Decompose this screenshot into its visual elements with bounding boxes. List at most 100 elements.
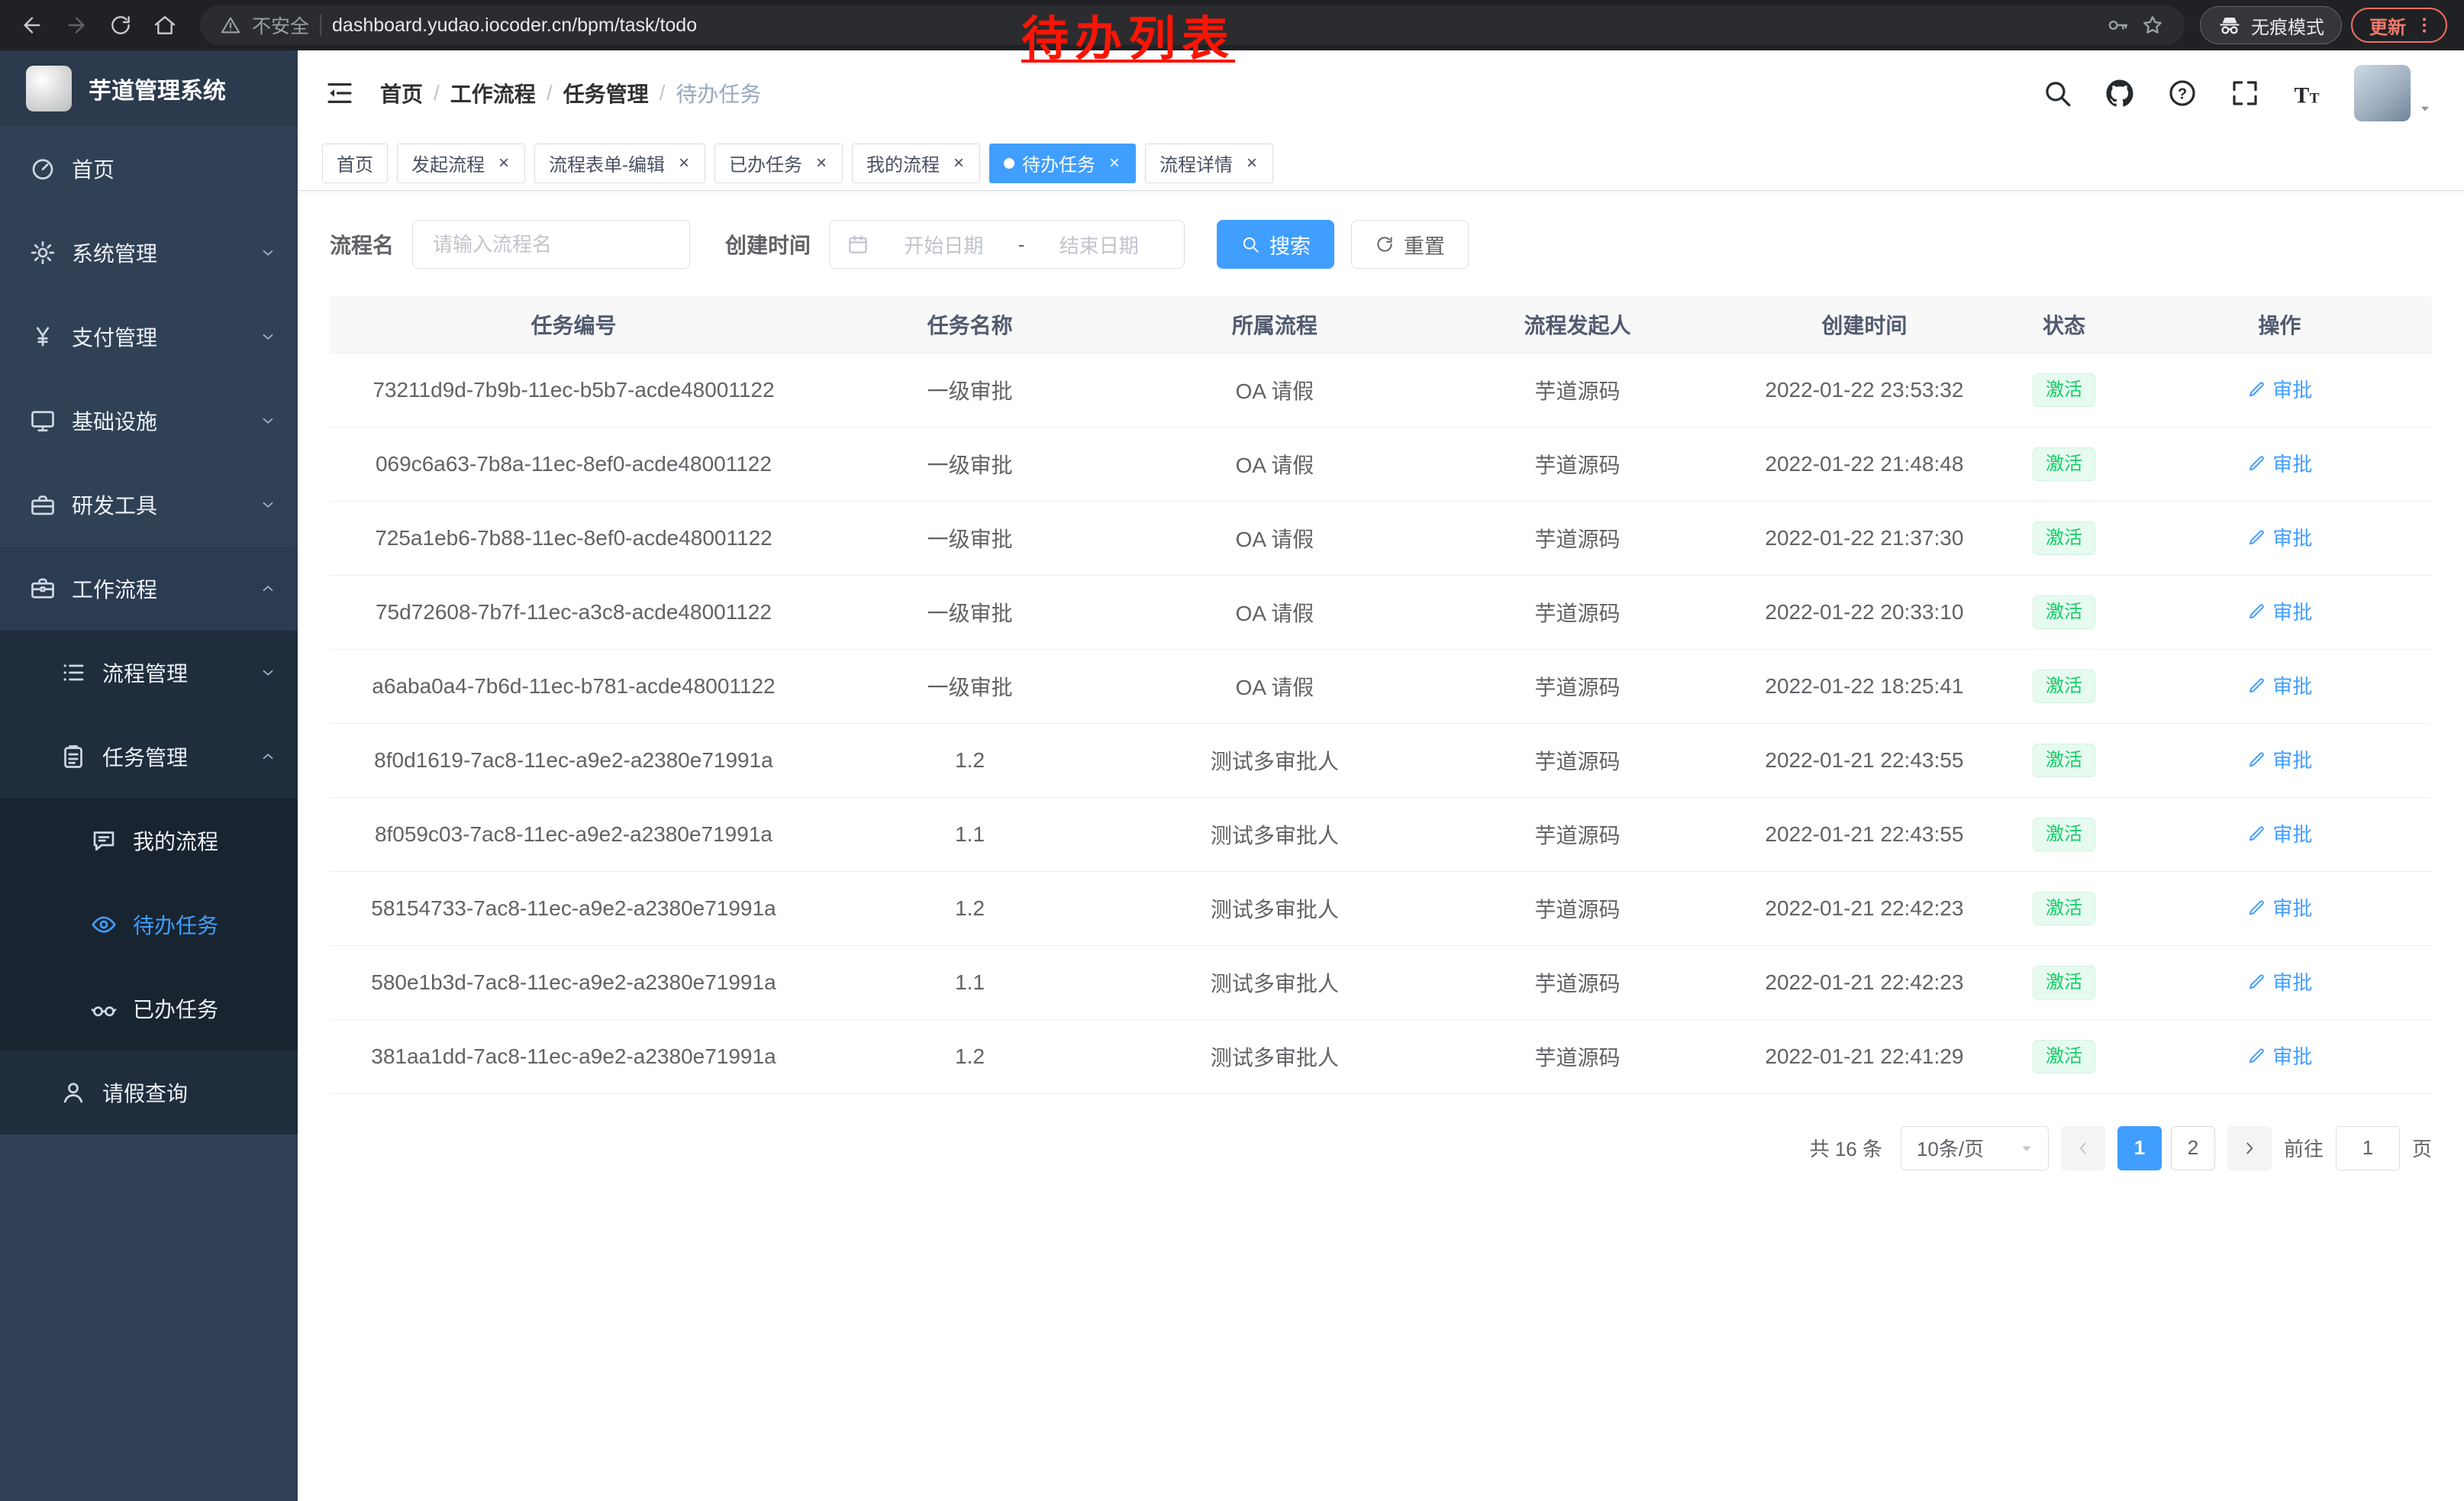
- process-cell: OA 请假: [1122, 575, 1427, 649]
- reset-button[interactable]: 重置: [1351, 220, 1469, 269]
- approve-link[interactable]: 审批: [2246, 523, 2312, 551]
- approve-link[interactable]: 审批: [2246, 671, 2312, 699]
- sidebar-item-infrastructure[interactable]: 基础设施: [0, 379, 298, 463]
- tab-close-icon[interactable]: ×: [1103, 152, 1126, 175]
- search-button[interactable]: 搜索: [1217, 220, 1334, 269]
- process-cell: 测试多审批人: [1122, 1019, 1427, 1093]
- edit-icon: [2246, 676, 2266, 696]
- tab-home[interactable]: 首页: [322, 144, 388, 183]
- sidebar-menu: 首页系统管理支付管理基础设施研发工具工作流程流程管理任务管理我的流程待办任务已办…: [0, 127, 298, 1501]
- tab-initiate-process[interactable]: 发起流程×: [397, 144, 525, 183]
- prev-page-button[interactable]: [2061, 1126, 2105, 1170]
- tab-close-icon[interactable]: ×: [810, 152, 833, 175]
- approve-link[interactable]: 审批: [2246, 967, 2312, 996]
- browser-forward-button[interactable]: [56, 5, 96, 45]
- process-cell: OA 请假: [1122, 649, 1427, 723]
- approve-link[interactable]: 审批: [2246, 1041, 2312, 1070]
- sidebar: 芋道管理系统 首页系统管理支付管理基础设施研发工具工作流程流程管理任务管理我的流…: [0, 50, 298, 1501]
- page-button-2[interactable]: 2: [2171, 1126, 2215, 1170]
- navbar-help-button[interactable]: ?: [2166, 77, 2198, 109]
- approve-link[interactable]: 审批: [2246, 745, 2312, 773]
- navbar-fullscreen-button[interactable]: [2229, 77, 2261, 109]
- process-cell: OA 请假: [1122, 501, 1427, 575]
- sidebar-item-label: 工作流程: [72, 573, 157, 604]
- sidebar-item-my-process[interactable]: 我的流程: [0, 799, 298, 883]
- main-area: 首页/工作流程/任务管理/待办任务 ?TT 首页发起流程×流程表单-编辑×已办任…: [298, 50, 2464, 1501]
- app-title: 芋道管理系统: [89, 72, 226, 105]
- sidebar-item-system-management[interactable]: 系统管理: [0, 211, 298, 295]
- tab-close-icon[interactable]: ×: [947, 152, 970, 175]
- approve-link[interactable]: 审批: [2246, 819, 2312, 847]
- app-logo[interactable]: 芋道管理系统: [0, 50, 298, 127]
- incognito-badge: 无痕模式: [2200, 6, 2342, 44]
- task-id-cell: 381aa1dd-7ac8-11ec-a9e2-a2380e71991a: [330, 1019, 818, 1093]
- sidebar-item-done-tasks[interactable]: 已办任务: [0, 967, 298, 1051]
- kebab-menu-icon[interactable]: [2414, 15, 2435, 36]
- page-button-1[interactable]: 1: [2117, 1126, 2162, 1170]
- yen-icon: [29, 323, 56, 350]
- sidebar-item-home[interactable]: 首页: [0, 127, 298, 211]
- navbar-github-button[interactable]: [2104, 77, 2136, 109]
- sidebar-item-label: 基础设施: [72, 405, 157, 436]
- user-avatar[interactable]: [2354, 65, 2411, 121]
- sidebar-item-task-management[interactable]: 任务管理: [0, 715, 298, 799]
- approve-link[interactable]: 审批: [2246, 893, 2312, 922]
- initiator-cell: 芋道源码: [1427, 501, 1728, 575]
- tab-process-detail[interactable]: 流程详情 ×: [1145, 144, 1273, 183]
- chevron-down-icon: [260, 496, 276, 513]
- edit-icon: [2246, 602, 2266, 621]
- sidebar-item-payment-management[interactable]: 支付管理: [0, 295, 298, 379]
- sidebar-item-dev-tools[interactable]: 研发工具: [0, 463, 298, 547]
- navbar-search-button[interactable]: [2041, 77, 2073, 109]
- breadcrumb-item[interactable]: 首页: [380, 78, 423, 108]
- process-name-input[interactable]: [412, 220, 690, 269]
- browser-home-button[interactable]: [145, 5, 185, 45]
- annotation-overlay: 待办列表: [1021, 0, 1235, 69]
- approve-link[interactable]: 审批: [2246, 597, 2312, 625]
- goto-page-input[interactable]: [2336, 1126, 2400, 1170]
- svg-text:T: T: [2310, 90, 2320, 106]
- breadcrumb-item[interactable]: 工作流程: [450, 78, 536, 108]
- tab-done-tasks[interactable]: 已办任务×: [714, 144, 843, 183]
- tab-close-icon[interactable]: ×: [1240, 152, 1263, 175]
- chevron-up-icon: [260, 580, 276, 597]
- approve-link-label: 审批: [2272, 893, 2312, 922]
- page-size-select[interactable]: 10条/页: [1901, 1126, 2049, 1170]
- browser-back-button[interactable]: [12, 5, 52, 45]
- sidebar-item-workflow[interactable]: 工作流程: [0, 547, 298, 631]
- task-id-cell: 8f0d1619-7ac8-11ec-a9e2-a2380e71991a: [330, 723, 818, 797]
- tab-close-icon[interactable]: ×: [492, 152, 515, 175]
- browser-update-button[interactable]: 更新: [2351, 8, 2447, 43]
- next-page-button[interactable]: [2227, 1126, 2272, 1170]
- sidebar-item-process-management[interactable]: 流程管理: [0, 631, 298, 715]
- sidebar-toggle-button[interactable]: [324, 77, 356, 109]
- action-cell: 审批: [2127, 723, 2432, 797]
- chevron-right-icon: [2240, 1138, 2259, 1158]
- navbar-font-size-button[interactable]: TT: [2291, 77, 2324, 109]
- tab-label: 流程详情: [1159, 150, 1233, 176]
- status-badge: 激活: [2033, 670, 2095, 703]
- tab-my-process[interactable]: 我的流程×: [852, 144, 980, 183]
- sidebar-item-todo-tasks[interactable]: 待办任务: [0, 883, 298, 967]
- tab-close-icon[interactable]: ×: [672, 152, 695, 175]
- approve-link-label: 审批: [2272, 1041, 2312, 1070]
- browser-refresh-button[interactable]: [101, 5, 140, 45]
- table-row: 73211d9d-7b9b-11ec-b5b7-acde48001122一级审批…: [330, 353, 2432, 427]
- caret-down-icon[interactable]: [2417, 100, 2433, 117]
- breadcrumb-item[interactable]: 任务管理: [563, 78, 649, 108]
- security-label: 不安全: [252, 11, 309, 39]
- approve-link[interactable]: 审批: [2246, 449, 2312, 477]
- tab-process-form-edit[interactable]: 流程表单-编辑×: [534, 144, 705, 183]
- sidebar-item-label: 研发工具: [72, 489, 157, 520]
- breadcrumb-separator: /: [547, 81, 553, 105]
- tab-todo-tasks[interactable]: 待办任务×: [989, 144, 1136, 183]
- task-id-cell: 58154733-7ac8-11ec-a9e2-a2380e71991a: [330, 871, 818, 945]
- address-divider: [320, 15, 321, 36]
- approve-link[interactable]: 审批: [2246, 375, 2312, 403]
- key-icon[interactable]: [2105, 13, 2130, 37]
- sidebar-item-leave-query[interactable]: 请假查询: [0, 1051, 298, 1135]
- bookmark-star-icon[interactable]: [2140, 13, 2165, 37]
- column-header: 流程发起人: [1427, 296, 1728, 353]
- create-time-range-picker[interactable]: 开始日期 - 结束日期: [829, 220, 1185, 269]
- active-tab-dot: [1004, 158, 1014, 169]
